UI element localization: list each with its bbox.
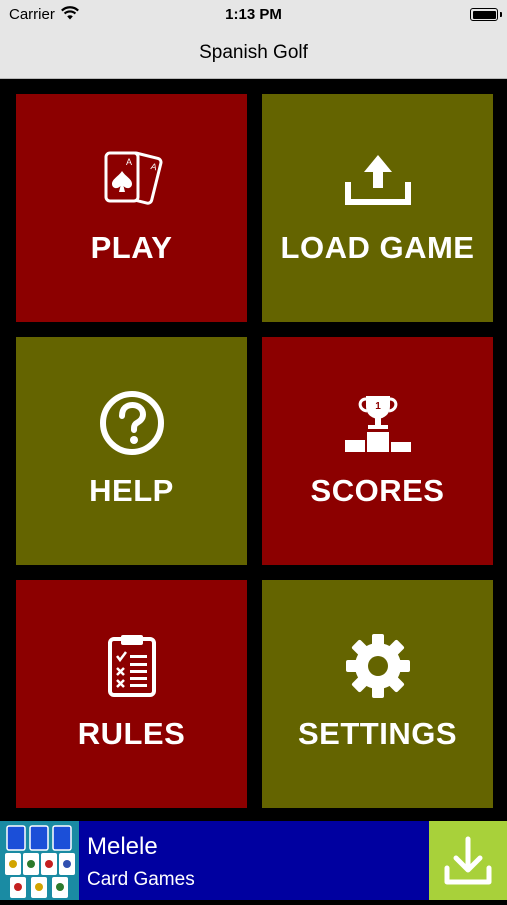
download-icon [444,836,492,884]
clock: 1:13 PM [225,6,282,23]
ad-download-button[interactable] [429,821,507,900]
gear-icon [345,634,410,698]
page-title: Spanish Golf [199,42,308,63]
help-label: HELP [89,473,174,508]
status-bar: Carrier 1:13 PM [0,0,507,30]
rules-button[interactable]: RULES [16,580,247,808]
play-button[interactable]: A A PLAY [16,94,247,322]
upload-icon [344,155,411,205]
load-game-button[interactable]: LOAD GAME [262,94,493,322]
scores-label: SCORES [310,473,445,508]
rules-label: RULES [77,716,186,751]
clipboard-icon [107,635,156,697]
settings-label: SETTINGS [297,716,457,751]
trophy-podium-icon: 1 [344,396,411,452]
ad-app-name: Melele [87,833,158,860]
ad-app-subtitle: Card Games [87,869,195,890]
menu-grid: A A PLAY LOAD GAME HELP 1 SCORES RULES S… [0,79,507,821]
svg-text:1: 1 [375,401,381,412]
settings-button[interactable]: SETTINGS [262,580,493,808]
cards-icon: A A [104,151,162,205]
load-game-label: LOAD GAME [280,230,475,265]
help-button[interactable]: HELP [16,337,247,565]
play-label: PLAY [90,230,173,265]
ad-app-icon [0,821,79,900]
svg-text:A: A [126,157,132,167]
battery-icon [470,8,502,21]
ad-banner[interactable]: Melele Card Games [0,821,507,900]
navigation-bar: Spanish Golf [0,30,507,79]
scores-button[interactable]: 1 SCORES [262,337,493,565]
help-icon [99,391,164,455]
